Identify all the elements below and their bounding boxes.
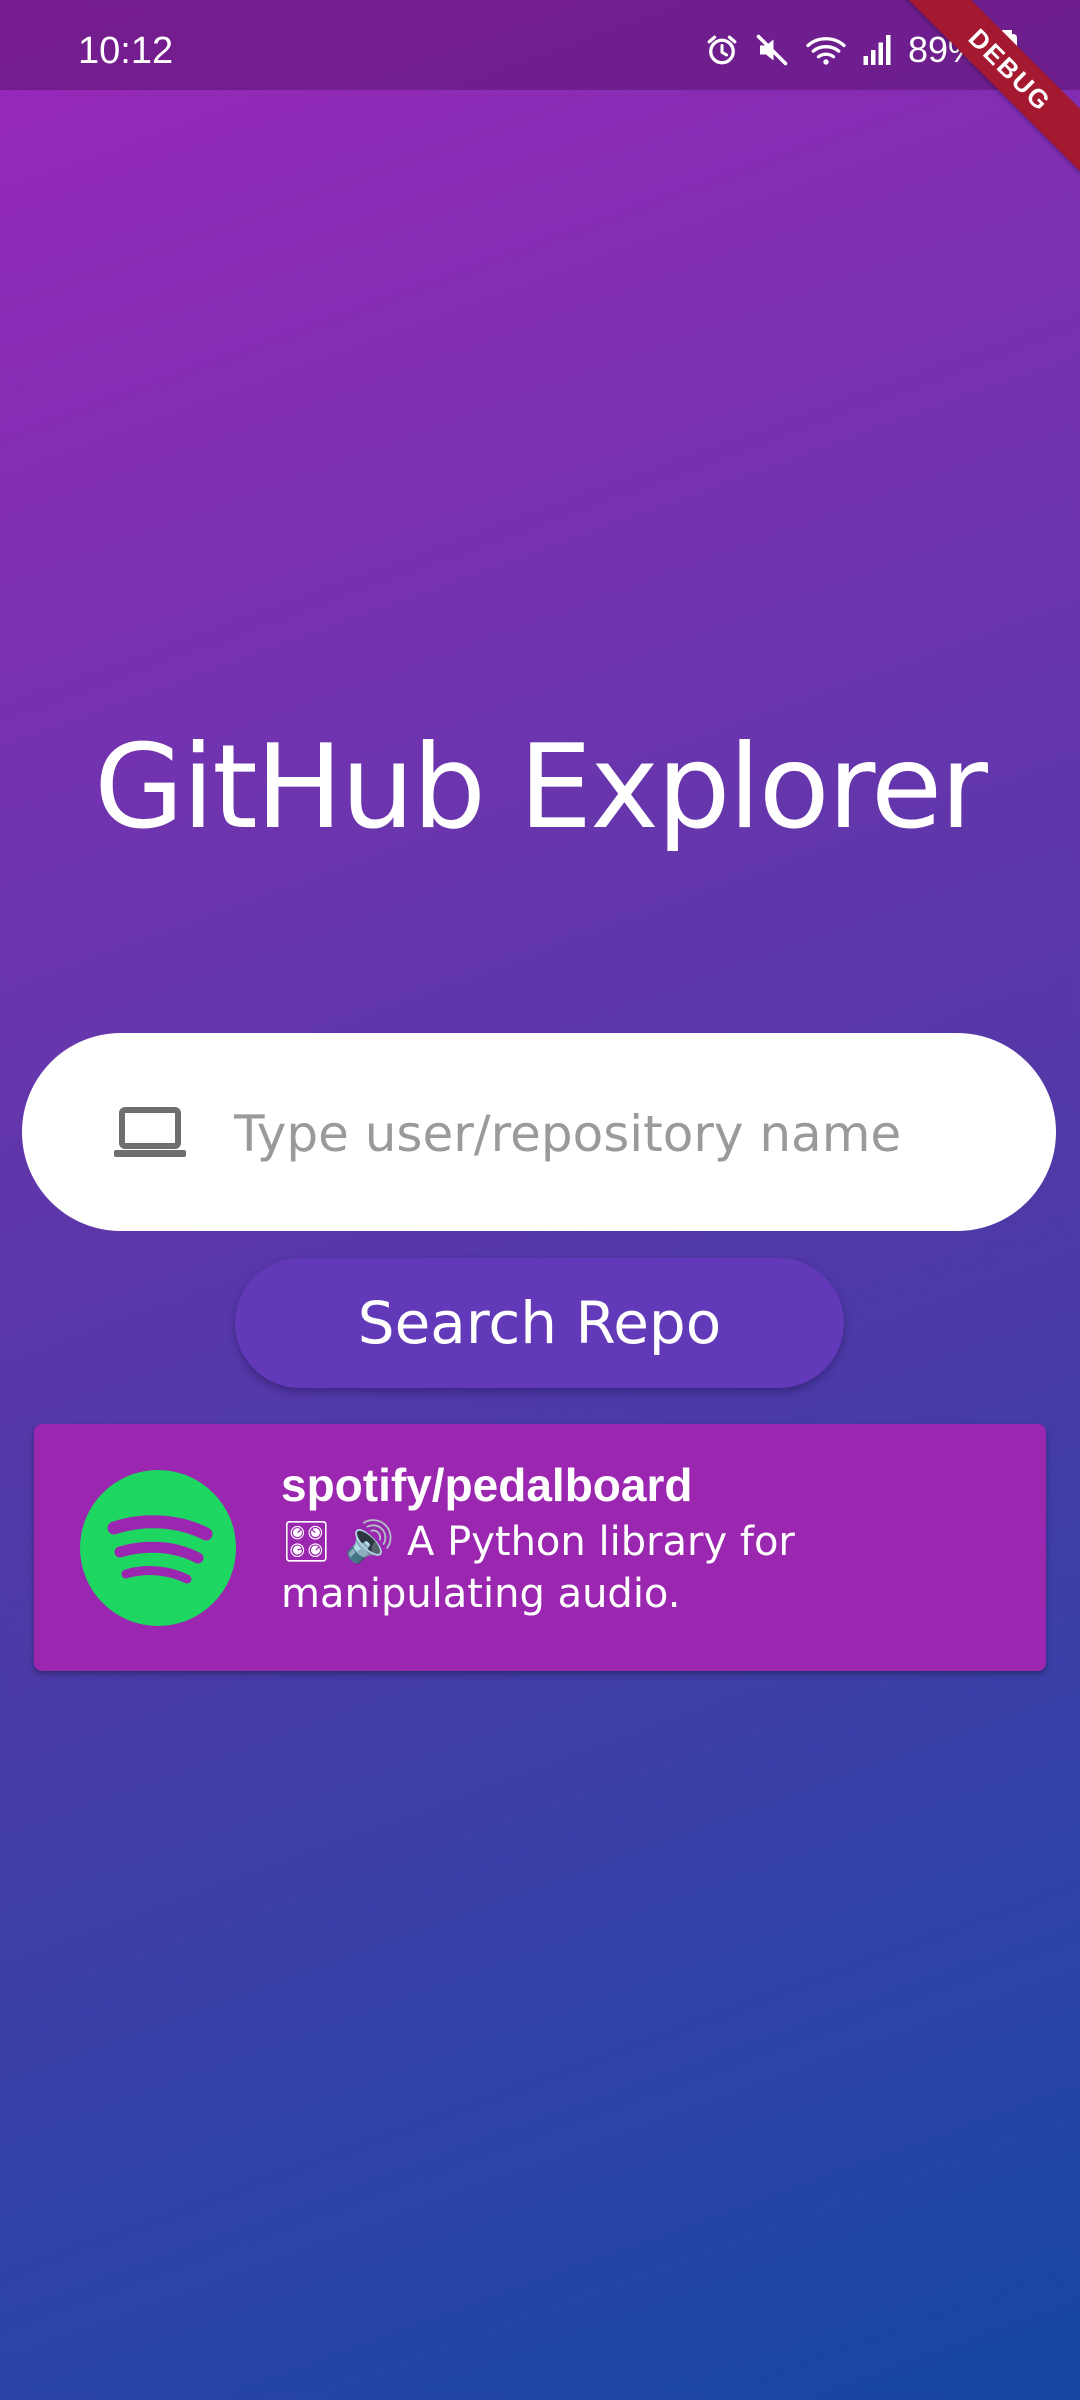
list-item[interactable]: spotify/pedalboard 🎛 🔊 A Python library … [34,1424,1046,1671]
repo-name: spotify/pedalboard [281,1459,693,1511]
wifi-icon [804,32,848,68]
repo-description: 🎛 🔊 A Python library for manipulating au… [281,1519,795,1617]
signal-icon [862,32,892,68]
laptop-icon [114,1107,186,1159]
alarm-icon [704,32,740,68]
search-field[interactable] [22,1033,1056,1231]
search-repo-button[interactable]: Search Repo [235,1258,844,1388]
search-input[interactable] [232,1083,1016,1185]
page-title: GitHub Explorer [94,720,988,855]
mute-icon [754,32,790,68]
spotify-logo-icon [80,1470,236,1626]
status-time: 10:12 [78,30,174,72]
status-bar: 10:12 89% [0,0,1080,90]
